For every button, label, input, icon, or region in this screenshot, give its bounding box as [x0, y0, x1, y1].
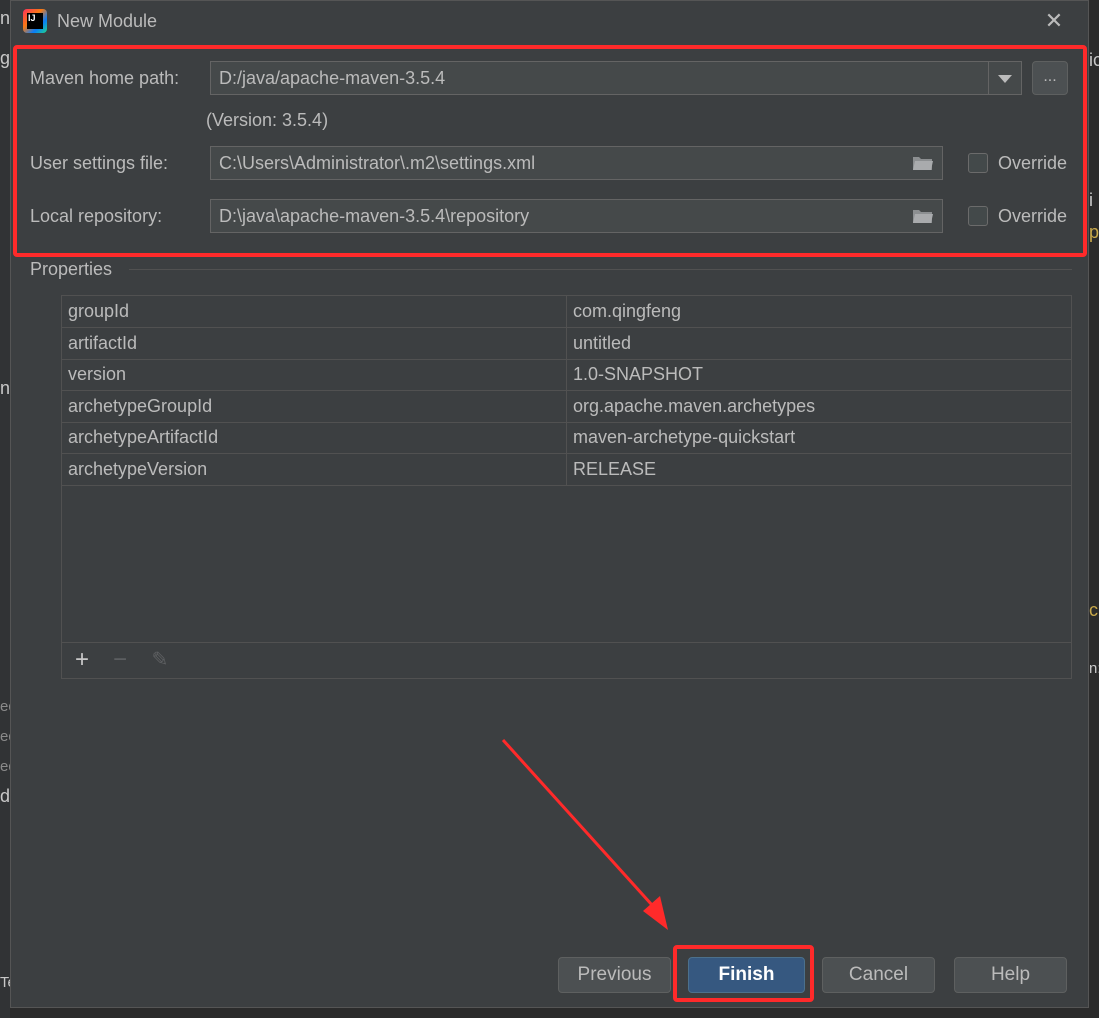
property-key: archetypeArtifactId [62, 422, 567, 453]
property-key: archetypeGroupId [62, 391, 567, 422]
bg-fragment: ic [1089, 50, 1099, 70]
properties-toolbar: + − ✎ [62, 642, 1071, 678]
table-row[interactable]: archetypeArtifactId maven-archetype-quic… [62, 422, 1071, 454]
bg-fragment: n [0, 8, 11, 28]
bg-fragment: n [0, 378, 11, 398]
property-value[interactable]: org.apache.maven.archetypes [567, 391, 1071, 422]
table-row[interactable]: groupId com.qingfeng [62, 296, 1071, 328]
property-key: groupId [62, 296, 567, 327]
title-bar[interactable]: IJ New Module ✕ [11, 1, 1088, 43]
table-row[interactable]: version 1.0-SNAPSHOT [62, 359, 1071, 391]
finish-button-highlight [673, 945, 814, 1002]
properties-table: groupId com.qingfeng artifactId untitled… [61, 295, 1072, 679]
dialog-title: New Module [57, 11, 158, 31]
bg-fragment: i [1089, 190, 1093, 210]
property-key: archetypeVersion [62, 454, 567, 485]
property-key: version [62, 359, 567, 390]
properties-heading: Properties [30, 259, 113, 279]
property-value[interactable]: untitled [567, 328, 1071, 359]
table-row[interactable]: archetypeGroupId org.apache.maven.archet… [62, 391, 1071, 423]
cancel-button[interactable]: Cancel [822, 957, 935, 993]
remove-icon[interactable]: − [108, 648, 132, 672]
bg-fragment: d [0, 786, 11, 806]
table-row[interactable]: archetypeVersion RELEASE [62, 454, 1071, 486]
close-icon[interactable]: ✕ [1042, 9, 1066, 33]
property-value[interactable]: com.qingfeng [567, 296, 1071, 327]
bg-fragment: n: [1089, 660, 1099, 677]
property-key: artifactId [62, 328, 567, 359]
ide-background-left [0, 0, 10, 1018]
cancel-button-label: Cancel [848, 964, 909, 985]
add-icon[interactable]: + [70, 648, 94, 672]
help-button[interactable]: Help [954, 957, 1067, 993]
bg-fragment: p [1089, 222, 1099, 242]
previous-button-label: Previous [577, 964, 652, 985]
property-value[interactable]: maven-archetype-quickstart [567, 422, 1071, 453]
previous-button[interactable]: Previous [558, 957, 671, 993]
property-value[interactable]: RELEASE [567, 454, 1071, 485]
maven-settings-highlight [13, 45, 1087, 257]
ide-background-right [1089, 0, 1099, 1018]
properties-separator [129, 269, 1072, 270]
table-row[interactable]: artifactId untitled [62, 328, 1071, 360]
intellij-logo-icon: IJ [23, 9, 47, 33]
property-value[interactable]: 1.0-SNAPSHOT [567, 359, 1071, 390]
help-button-label: Help [990, 964, 1031, 985]
edit-icon[interactable]: ✎ [148, 648, 172, 672]
bg-fragment: c [1089, 600, 1098, 620]
